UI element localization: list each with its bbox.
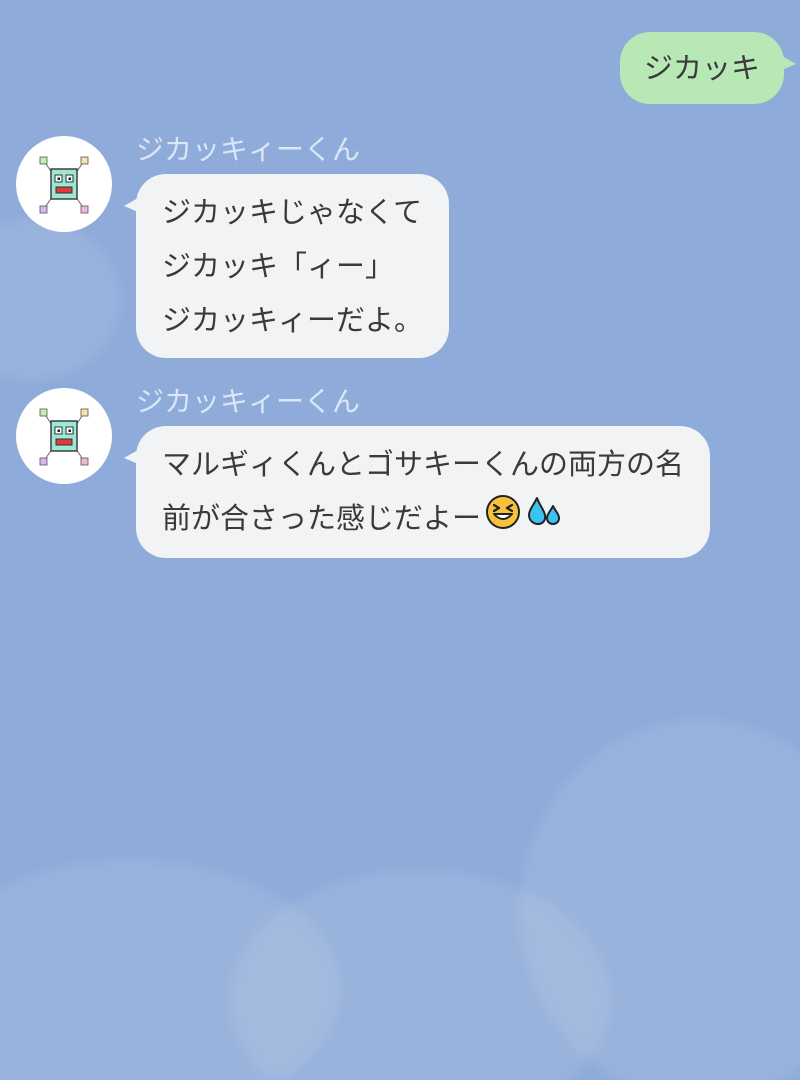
- incoming-message-bubble[interactable]: ジカッキじゃなくて ジカッキ「ィー」 ジカッキィーだよ。: [123, 174, 450, 358]
- laughing-squint-face-emoji: [485, 493, 521, 547]
- outgoing-message[interactable]: ジカッキ: [619, 32, 797, 104]
- message-line: ジカッキじゃなくて: [162, 195, 423, 229]
- sender-name[interactable]: ジカッキィーくん: [136, 386, 710, 422]
- incoming-message-bubble[interactable]: マルギィくんとゴサキーくんの両方の名 前が合さった感じだよー: [123, 426, 711, 558]
- message-text: 前が合さった感じだよー: [162, 501, 482, 535]
- message-line: マルギィくんとゴサキーくんの両方の名: [162, 447, 685, 481]
- message-line-with-emoji: 前が合さった感じだよー: [162, 491, 684, 547]
- message-line: ジカッキィーだよ。: [162, 303, 424, 337]
- sweat-droplets-emoji: [525, 493, 563, 547]
- robot-face-icon: [39, 156, 89, 214]
- incoming-message[interactable]: ジカッキィーくん マルギィくんとゴサキーくんの両方の名 前が合さった感じだよー: [16, 386, 711, 558]
- message-body: ジカッキィーくん ジカッキじゃなくて ジカッキ「ィー」 ジカッキィーだよ。: [123, 134, 450, 358]
- incoming-message[interactable]: ジカッキィーくん ジカッキじゃなくて ジカッキ「ィー」 ジカッキィーだよ。: [16, 134, 450, 358]
- background-cloud: [520, 720, 800, 1080]
- message-text: ジカッキ: [643, 51, 760, 85]
- outgoing-message-bubble[interactable]: ジカッキ: [619, 32, 797, 104]
- message-body: ジカッキィーくん マルギィくんとゴサキーくんの両方の名 前が合さった感じだよー: [123, 386, 711, 558]
- robot-face-icon: [39, 408, 89, 466]
- avatar[interactable]: [16, 136, 112, 232]
- avatar[interactable]: [16, 388, 112, 484]
- sender-name[interactable]: ジカッキィーくん: [136, 134, 449, 170]
- message-line: ジカッキ「ィー」: [162, 249, 395, 283]
